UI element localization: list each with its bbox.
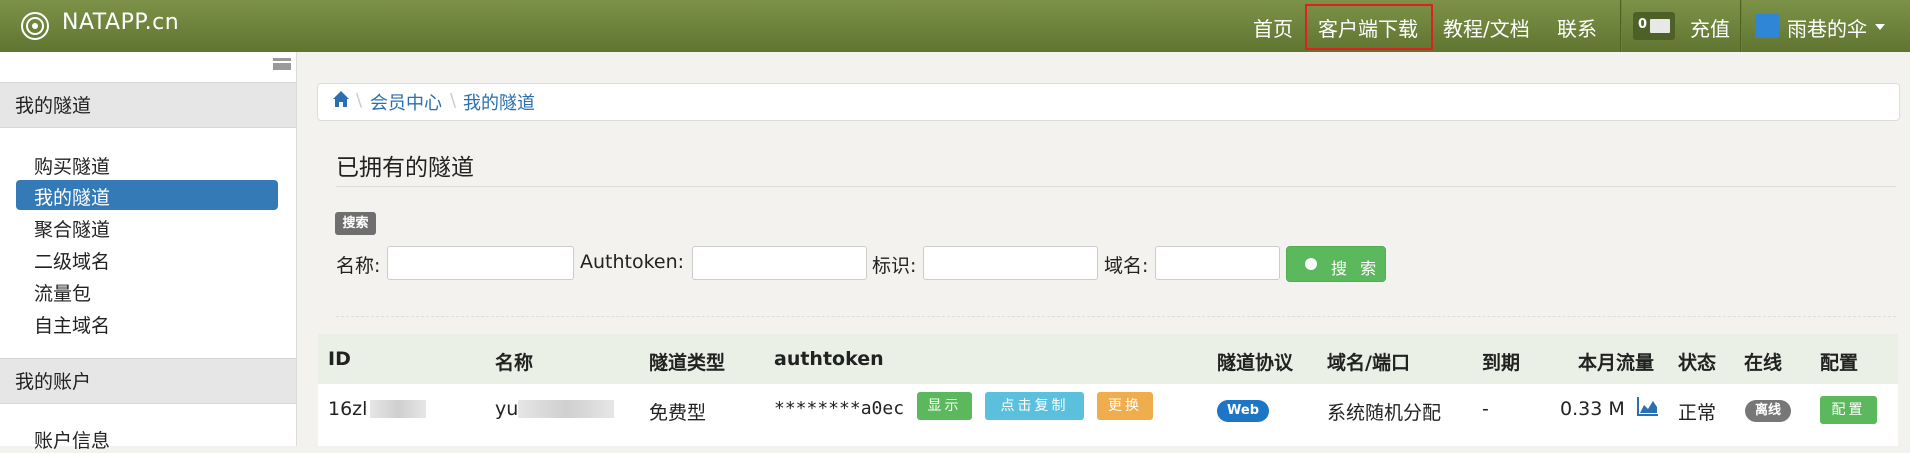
nav-contact[interactable]: 联系 bbox=[1557, 13, 1597, 42]
col-config: 配置 bbox=[1820, 352, 1859, 374]
sidebar: 我的隧道 购买隧道 我的隧道 聚合隧道 二级域名 流量包 自主域名 我的账户 账… bbox=[0, 52, 297, 452]
cell-traffic: 0.33 M bbox=[1560, 398, 1625, 420]
nav-recharge[interactable]: 充值 bbox=[1690, 13, 1730, 42]
redacted-blur bbox=[370, 400, 426, 418]
search-icon bbox=[1305, 258, 1317, 270]
sidebar-item-aggregate-tunnel[interactable]: 聚合隧道 bbox=[34, 215, 110, 242]
breadcrumb-my-tunnels[interactable]: 我的隧道 bbox=[463, 89, 535, 115]
col-type: 隧道类型 bbox=[649, 352, 726, 374]
highlight-box bbox=[1305, 4, 1433, 50]
search-button-label: 搜 索 bbox=[1331, 259, 1381, 278]
col-protocol: 隧道协议 bbox=[1217, 352, 1294, 374]
cell-status: 正常 bbox=[1678, 402, 1717, 424]
sidebar-item-my-tunnels[interactable]: 我的隧道 bbox=[34, 183, 110, 210]
user-menu[interactable]: 雨巷的伞 bbox=[1787, 13, 1867, 42]
online-status-badge: 离线 bbox=[1745, 400, 1791, 422]
brand-name[interactable]: NATAPP.cn bbox=[62, 10, 179, 35]
cell-expire: - bbox=[1482, 398, 1489, 420]
nav-divider bbox=[1620, 0, 1622, 52]
sidebar-item-buy-tunnel[interactable]: 购买隧道 bbox=[34, 152, 110, 179]
sidebar-item-subdomain[interactable]: 二级域名 bbox=[34, 247, 110, 274]
domain-label: 域名: bbox=[1104, 255, 1149, 277]
mail-button[interactable]: 0 bbox=[1633, 12, 1675, 40]
show-token-button[interactable]: 显示 bbox=[917, 392, 972, 420]
area-chart-icon[interactable] bbox=[1637, 396, 1659, 416]
cell-domain: 系统随机分配 bbox=[1327, 402, 1442, 424]
cell-name: yu bbox=[495, 398, 519, 420]
breadcrumb-separator: \ bbox=[356, 90, 363, 111]
collapse-sidebar-icon[interactable] bbox=[273, 58, 291, 70]
col-online: 在线 bbox=[1744, 352, 1783, 374]
natapp-logo-icon bbox=[21, 12, 49, 40]
name-input[interactable] bbox=[387, 246, 574, 280]
top-navbar: NATAPP.cn 首页 客户端下载 教程/文档 联系 0 充值 雨巷的伞 bbox=[0, 0, 1910, 52]
table-header: ID 名称 隧道类型 authtoken 隧道协议 域名/端口 到期 本月流量 … bbox=[318, 334, 1898, 384]
mail-count: 0 bbox=[1638, 17, 1648, 32]
caret-down-icon[interactable] bbox=[1875, 24, 1885, 30]
domain-input[interactable] bbox=[1155, 246, 1280, 280]
sidebar-item-custom-domain[interactable]: 自主域名 bbox=[34, 311, 110, 338]
name-label: 名称: bbox=[336, 255, 381, 277]
nav-docs[interactable]: 教程/文档 bbox=[1443, 13, 1530, 42]
authtoken-label: Authtoken: bbox=[580, 251, 685, 273]
breadcrumb-member-center[interactable]: 会员中心 bbox=[370, 89, 442, 115]
redacted-blur bbox=[518, 400, 614, 418]
cell-type: 免费型 bbox=[649, 402, 707, 424]
sidebar-item-account-info[interactable]: 账户信息 bbox=[34, 426, 110, 453]
search-tag: 搜索 bbox=[335, 212, 376, 235]
search-button[interactable]: 搜 索 bbox=[1286, 246, 1386, 282]
user-icon bbox=[1755, 14, 1779, 38]
protocol-badge: Web bbox=[1217, 400, 1269, 422]
breadcrumb bbox=[317, 83, 1900, 121]
nav-home[interactable]: 首页 bbox=[1253, 13, 1293, 42]
title-divider bbox=[336, 186, 1896, 187]
change-token-button[interactable]: 更换 bbox=[1097, 392, 1153, 420]
col-authtoken: authtoken bbox=[774, 348, 884, 370]
copy-token-button[interactable]: 点击复制 bbox=[985, 392, 1084, 420]
col-id: ID bbox=[328, 348, 351, 370]
col-name: 名称 bbox=[495, 352, 534, 374]
nav-divider bbox=[1740, 0, 1742, 52]
sidebar-section-tunnels: 我的隧道 bbox=[0, 82, 296, 128]
col-status: 状态 bbox=[1678, 352, 1717, 374]
sidebar-item-traffic-pack[interactable]: 流量包 bbox=[34, 279, 91, 306]
tag-input[interactable] bbox=[923, 246, 1098, 280]
sidebar-section-account: 我的账户 bbox=[0, 358, 296, 404]
cell-authtoken: ********a0ec bbox=[774, 398, 905, 419]
home-icon[interactable] bbox=[332, 90, 350, 108]
envelope-icon bbox=[1650, 19, 1670, 33]
col-expire: 到期 bbox=[1482, 352, 1521, 374]
page-title: 已拥有的隧道 bbox=[336, 155, 474, 181]
breadcrumb-separator: \ bbox=[450, 90, 457, 111]
cell-id: 16zl bbox=[328, 398, 368, 420]
authtoken-input[interactable] bbox=[692, 246, 867, 280]
tunnel-table: ID 名称 隧道类型 authtoken 隧道协议 域名/端口 到期 本月流量 … bbox=[318, 334, 1898, 446]
form-divider bbox=[336, 316, 1896, 317]
col-domain-port: 域名/端口 bbox=[1327, 352, 1410, 374]
tag-label: 标识: bbox=[872, 255, 917, 277]
col-traffic: 本月流量 bbox=[1578, 352, 1655, 374]
config-button[interactable]: 配置 bbox=[1820, 396, 1877, 424]
